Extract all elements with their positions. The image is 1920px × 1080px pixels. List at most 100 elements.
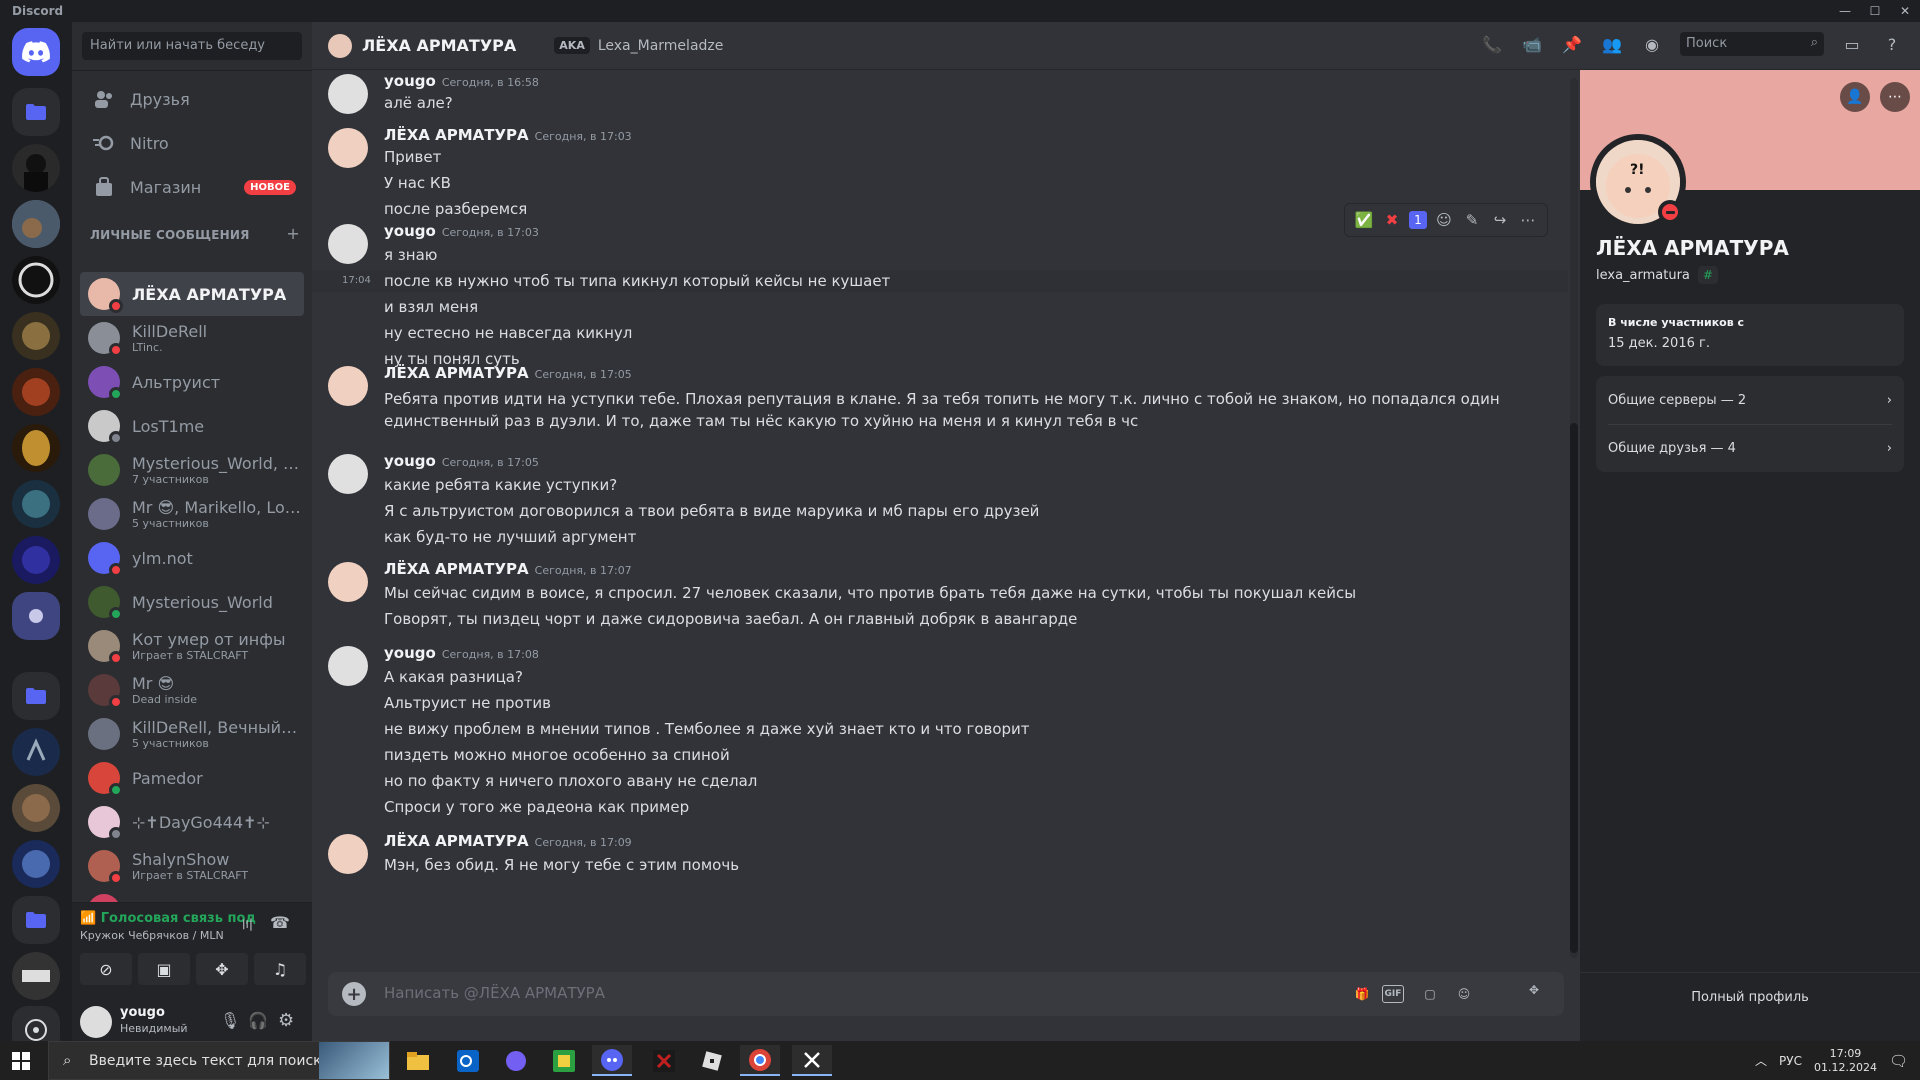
more-options-icon[interactable]: ⋯ — [1517, 209, 1539, 231]
server-folder[interactable] — [12, 592, 60, 640]
dm-item[interactable]: Mr 😎, Marikello, Los... 5 участников — [80, 492, 304, 536]
message-avatar[interactable] — [328, 128, 368, 168]
message-avatar[interactable] — [328, 834, 368, 874]
gif-button[interactable]: GIF — [1382, 985, 1404, 1003]
dm-item[interactable]: Pamedor — [80, 756, 304, 800]
message-author[interactable]: yougo — [384, 452, 436, 470]
message-avatar[interactable] — [328, 454, 368, 494]
mic-icon[interactable]: 🎙 — [220, 1011, 240, 1030]
message-author[interactable]: ЛЁХА АРМАТУРА — [384, 126, 529, 144]
message-author[interactable]: ЛЁХА АРМАТУРА — [384, 560, 529, 578]
disconnect-icon[interactable]: ☎ — [270, 913, 290, 932]
scrollbar-thumb[interactable] — [1570, 423, 1578, 953]
dm-item[interactable]: ⊹✝DayGo444✝⊹ — [80, 800, 304, 844]
reaction-cross-button[interactable]: ✖ — [1381, 209, 1403, 231]
help-icon[interactable]: ? — [1880, 32, 1904, 56]
roblox-icon[interactable] — [692, 1045, 732, 1076]
message-avatar[interactable] — [328, 74, 368, 114]
server-icon[interactable] — [12, 728, 60, 776]
message-author[interactable]: ЛЁХА АРМАТУРА — [384, 364, 529, 382]
dm-item[interactable]: Mysterious_World — [80, 580, 304, 624]
app-green-icon[interactable] — [544, 1045, 584, 1076]
server-icon[interactable] — [12, 536, 60, 584]
pinned-messages-icon[interactable]: 📌 — [1560, 32, 1584, 56]
message-author[interactable]: yougo — [384, 644, 436, 662]
discord-home-button[interactable] — [12, 28, 60, 76]
message-author[interactable]: yougo — [384, 72, 436, 90]
file-explorer-icon[interactable] — [398, 1045, 438, 1076]
video-call-icon[interactable]: 📹 — [1520, 32, 1544, 56]
reaction-one-button[interactable]: 1 — [1409, 211, 1427, 229]
mutual-friends-row[interactable]: Общие друзья — 4 › — [1608, 424, 1892, 472]
dm-item[interactable]: ЛЁХА АРМАТУРА — [80, 272, 304, 316]
edit-icon[interactable]: ✎ — [1461, 209, 1483, 231]
clock[interactable]: 17:09 01.12.2024 — [1814, 1047, 1877, 1075]
nav-shop[interactable]: Магазин НОВОЕ — [80, 166, 304, 208]
server-icon[interactable] — [12, 200, 60, 248]
screen-share-button[interactable]: ▣ — [138, 953, 190, 985]
upload-plus-button[interactable]: + — [342, 982, 366, 1006]
nav-friends[interactable]: Друзья — [80, 78, 304, 120]
dm-item[interactable]: LosT1me — [80, 404, 304, 448]
voice-call-icon[interactable]: 📞 — [1480, 32, 1504, 56]
settings-gear-icon[interactable]: ⚙ — [278, 1010, 294, 1031]
activities-button[interactable]: ✥ — [196, 953, 248, 985]
camera-off-button[interactable]: ⊘ — [80, 953, 132, 985]
message-input[interactable]: Написать @ЛЁХА АРМАТУРА — [384, 984, 605, 1002]
emoji-icon[interactable]: ☺ — [1452, 982, 1476, 1006]
server-icon[interactable] — [12, 480, 60, 528]
apps-icon[interactable]: ✥ — [1514, 970, 1554, 1010]
discord-taskbar-icon[interactable] — [592, 1045, 632, 1076]
server-folder[interactable] — [12, 896, 60, 944]
mutual-servers-row[interactable]: Общие серверы — 2 › — [1608, 376, 1892, 424]
voice-activity-icon[interactable]: 〣 — [240, 915, 254, 935]
app-red-x-icon[interactable] — [644, 1045, 684, 1076]
message-author[interactable]: ЛЁХА АРМАТУРА — [384, 832, 529, 850]
server-icon[interactable] — [12, 144, 60, 192]
server-icon[interactable] — [12, 424, 60, 472]
close-button[interactable]: ✕ — [1890, 0, 1920, 22]
nav-nitro[interactable]: Nitro — [80, 122, 304, 164]
dm-item[interactable]: KillDeRell, Вечный-П... 5 участников — [80, 712, 304, 756]
dm-item[interactable]: KillDeRell LTinc. — [80, 316, 304, 360]
add-friend-button[interactable]: 👤 — [1840, 82, 1870, 112]
server-icon[interactable] — [12, 256, 60, 304]
chrome-icon[interactable] — [740, 1045, 780, 1076]
taskbar-search-input[interactable]: ⌕ Введите здесь текст для поиска — [48, 1041, 390, 1080]
gift-icon[interactable]: 🎁 — [1350, 982, 1374, 1006]
dm-item[interactable]: Mysterious_World, re... 7 участников — [80, 448, 304, 492]
create-dm-button[interactable]: + — [286, 226, 300, 242]
forward-icon[interactable]: ↪ — [1489, 209, 1511, 231]
chat-scrollbar[interactable] — [1570, 78, 1578, 958]
windows-start-icon[interactable] — [12, 1052, 30, 1074]
server-icon[interactable] — [12, 784, 60, 832]
dm-item[interactable]: Кот умер от инфы Играет в STALCRAFT — [80, 624, 304, 668]
add-reaction-icon[interactable]: ☺ — [1433, 209, 1455, 231]
message-avatar[interactable] — [328, 224, 368, 264]
chat-header-name[interactable]: ЛЁХА АРМАТУРА — [362, 36, 516, 55]
outlook-icon[interactable] — [448, 1045, 488, 1076]
sticker-icon[interactable]: ▢ — [1418, 982, 1442, 1006]
voice-status[interactable]: 📶 Голосовая связь под — [80, 911, 256, 926]
reaction-check-button[interactable]: ✅ — [1353, 209, 1375, 231]
soundboard-button[interactable]: ♫ — [254, 953, 306, 985]
tray-chevron-up-icon[interactable]: ︿ — [1755, 1052, 1767, 1069]
minimize-button[interactable]: — — [1830, 0, 1860, 22]
chat-search-input[interactable]: Поиск ⌕ — [1680, 32, 1824, 56]
view-full-profile-button[interactable]: Полный профиль — [1580, 990, 1920, 1005]
profile-more-button[interactable]: ⋯ — [1880, 82, 1910, 112]
dm-item[interactable]: Mr 😎 Dead inside — [80, 668, 304, 712]
server-folder[interactable] — [12, 88, 60, 136]
dm-item[interactable]: ylm.not — [80, 536, 304, 580]
app-x-icon[interactable] — [792, 1045, 832, 1076]
voice-channel[interactable]: Кружок Чебрячков / MLN — [80, 929, 224, 942]
message-author[interactable]: yougo — [384, 222, 436, 240]
add-friends-to-dm-icon[interactable]: 👥 — [1600, 32, 1624, 56]
language-indicator[interactable]: РУС — [1779, 1054, 1802, 1068]
dm-search-button[interactable]: Найти или начать беседу — [82, 32, 302, 60]
user-profile-toggle-icon[interactable]: ◉ — [1640, 32, 1664, 56]
server-icon[interactable] — [12, 952, 60, 1000]
message-avatar[interactable] — [328, 646, 368, 686]
dm-item[interactable]: Альтруист — [80, 360, 304, 404]
viber-icon[interactable] — [496, 1045, 536, 1076]
